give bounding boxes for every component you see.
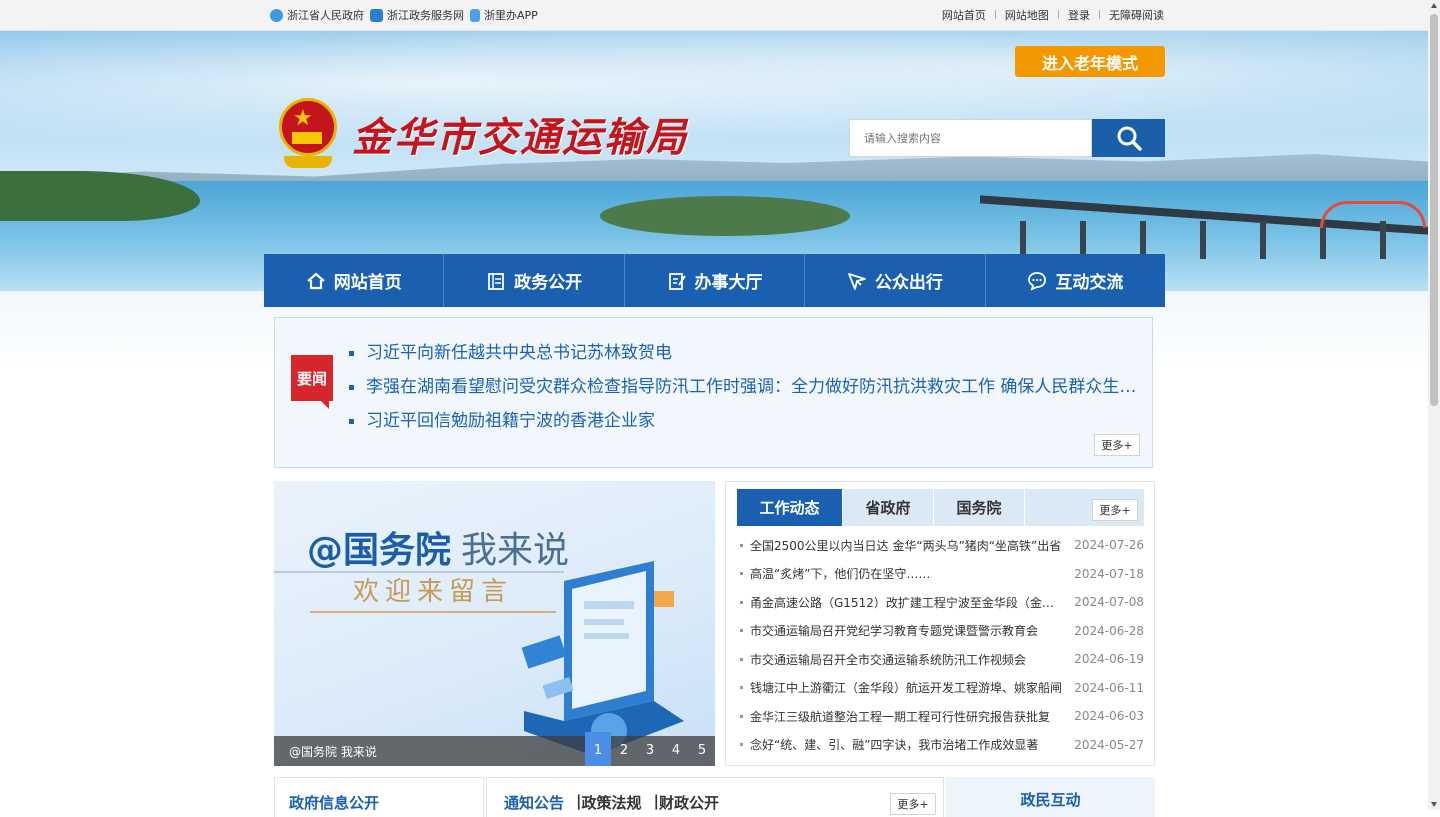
list-item[interactable]: 钱塘江中上游衢江（金华段）航运开发工程游埠、姚家船闸 2024-06-11 xyxy=(740,674,1144,703)
edit-icon xyxy=(668,272,686,290)
headline-tag: 要闻 xyxy=(291,355,333,409)
separator: | xyxy=(1097,10,1101,20)
tab-provincial-gov[interactable]: 省政府 xyxy=(843,489,934,526)
nav-item-gov-affairs[interactable]: 政务公开 xyxy=(444,254,625,307)
list-item[interactable]: 全国2500公里以内当日达 金华“两头乌”猪肉“坐高铁”出省 2024-07-26 xyxy=(740,531,1144,560)
elder-mode-button[interactable]: 进入老年模式 xyxy=(1015,46,1165,77)
home-icon xyxy=(306,272,325,289)
interaction-section: 政民互动 xyxy=(946,777,1155,817)
search-box xyxy=(849,119,1165,157)
headline-more-button[interactable]: 更多+ xyxy=(1094,434,1140,456)
top-links-left: 浙江省人民政府 浙江政务服务网 浙里办APP xyxy=(270,0,544,30)
carousel-pagination: 1 2 3 4 5 xyxy=(585,732,715,766)
service-net-icon xyxy=(370,8,383,22)
search-button[interactable] xyxy=(1092,119,1165,157)
top-link-zj-gov[interactable]: 浙江省人民政府 xyxy=(270,7,364,23)
top-link-login[interactable]: 登录 xyxy=(1068,7,1090,23)
tab-state-council[interactable]: 国务院 xyxy=(934,489,1025,526)
headline-item[interactable]: 习近平向新任越共中央总书记苏林致贺电 xyxy=(349,336,1139,370)
headline-news: 要闻 习近平向新任越共中央总书记苏林致贺电 李强在湖南看望慰问受灾群众检查指导防… xyxy=(274,317,1153,468)
carousel-page-5[interactable]: 5 xyxy=(689,732,715,766)
scroll-down-icon[interactable] xyxy=(1431,802,1437,807)
banner-island xyxy=(600,196,850,236)
document-icon xyxy=(488,272,505,290)
headline-item[interactable]: 习近平回信勉励祖籍宁波的香港企业家 xyxy=(349,404,1139,438)
carousel-page-2[interactable]: 2 xyxy=(611,732,637,766)
work-news-list: 全国2500公里以内当日达 金华“两头乌”猪肉“坐高铁”出省 2024-07-26… xyxy=(740,531,1144,759)
notice-more-button[interactable]: 更多+ xyxy=(890,793,936,815)
top-links-right: 网站首页 | 网站地图 | 登录 | 无障碍阅读 xyxy=(942,0,1164,30)
banner-bridge xyxy=(980,195,1428,261)
top-link-home[interactable]: 网站首页 xyxy=(942,7,986,23)
nav-item-service-hall[interactable]: 办事大厅 xyxy=(625,254,806,307)
work-news-tabs: 工作动态 省政府 国务院 xyxy=(737,489,1144,526)
section-title[interactable]: 政民互动 xyxy=(946,789,1155,810)
scroll-up-icon[interactable] xyxy=(1431,3,1437,8)
carousel-page-3[interactable]: 3 xyxy=(637,732,663,766)
main-nav: 网站首页 政务公开 办事大厅 公众出行 互动交流 xyxy=(264,254,1165,307)
tab-work-dynamics[interactable]: 工作动态 xyxy=(737,489,843,526)
search-input[interactable] xyxy=(849,119,1092,157)
chat-icon xyxy=(1028,271,1047,291)
top-link-accessibility[interactable]: 无障碍阅读 xyxy=(1109,7,1164,23)
top-link-zlb-app[interactable]: 浙里办APP xyxy=(470,7,538,23)
site-logo[interactable]: ★ 金华市交通运输局 xyxy=(276,98,688,170)
scrollbar-thumb[interactable] xyxy=(1430,14,1438,406)
list-item[interactable]: 市交通运输局召开全市交通运输系统防汛工作视频会 2024-06-19 xyxy=(740,645,1144,674)
separator: | xyxy=(1056,10,1060,20)
nav-item-public-travel[interactable]: 公众出行 xyxy=(805,254,986,307)
banner-sky xyxy=(0,31,1428,161)
top-link-sitemap[interactable]: 网站地图 xyxy=(1005,7,1049,23)
work-news-panel: 工作动态 省政府 国务院 更多+ 全国2500公里以内当日达 金华“两头乌”猪肉… xyxy=(725,481,1155,766)
image-carousel[interactable]: @国务院 我来说 欢迎来留言 @国务院 我来说 1 2 3 4 5 xyxy=(274,481,715,766)
page-scrollbar[interactable] xyxy=(1428,0,1440,810)
list-item[interactable]: 高温“炙烤”下，他们仍在坚守…… 2024-07-18 xyxy=(740,560,1144,589)
site-name: 金华市交通运输局 xyxy=(352,114,688,161)
work-news-more-button[interactable]: 更多+ xyxy=(1092,499,1138,521)
notice-section: 通知公告 | 政策法规 | 财政公开 更多+ xyxy=(486,777,944,817)
headline-item[interactable]: 李强在湖南看望慰问受灾群众检查指导防汛工作时强调：全力做好防汛抗洪救灾工作 确保… xyxy=(349,370,1139,404)
list-item[interactable]: 念好“统、建、引、融”四字诀，我市治堵工作成效显著 2024-05-27 xyxy=(740,731,1144,760)
carousel-page-1[interactable]: 1 xyxy=(585,732,611,766)
bottom-sections: 政府信息公开 通知公告 | 政策法规 | 财政公开 更多+ 政民互动 xyxy=(274,777,1155,817)
national-emblem-icon: ★ xyxy=(276,98,340,170)
nav-item-interaction[interactable]: 互动交流 xyxy=(986,254,1165,307)
list-item[interactable]: 金华江三级航道整治工程一期工程可行性研究报告获批复 2024-06-03 xyxy=(740,702,1144,731)
headline-list: 习近平向新任越共中央总书记苏林致贺电 李强在湖南看望慰问受灾群众检查指导防汛工作… xyxy=(349,336,1139,438)
separator: | xyxy=(993,10,997,20)
nav-item-home[interactable]: 网站首页 xyxy=(264,254,445,307)
send-icon xyxy=(848,272,866,290)
top-bar: 浙江省人民政府 浙江政务服务网 浙里办APP 网站首页 | 网站地图 | 登录 … xyxy=(0,0,1428,31)
zhejiang-gov-icon xyxy=(270,8,283,22)
search-icon xyxy=(1117,126,1142,151)
mobile-app-icon xyxy=(470,8,480,22)
list-item[interactable]: 市交通运输局召开党纪学习教育专题党课暨警示教育会 2024-06-28 xyxy=(740,617,1144,646)
top-link-zj-service[interactable]: 浙江政务服务网 xyxy=(370,7,464,23)
list-item[interactable]: 甬金高速公路（G1512）改扩建工程宁波至金华段（金华段） 2024-07-08 xyxy=(740,588,1144,617)
carousel-page-4[interactable]: 4 xyxy=(663,732,689,766)
laptop-illustration xyxy=(521,561,684,756)
gov-info-section: 政府信息公开 xyxy=(274,777,484,817)
